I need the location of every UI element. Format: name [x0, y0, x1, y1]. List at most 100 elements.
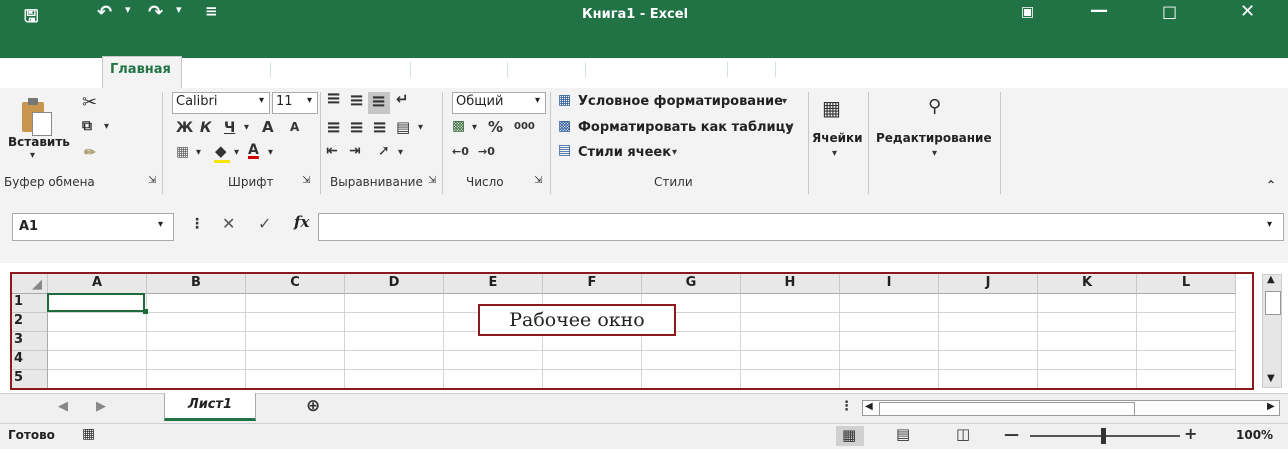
- scroll-right-icon[interactable]: ▶: [1267, 401, 1275, 412]
- percent-button[interactable]: %: [488, 118, 503, 136]
- copy-dropdown-icon[interactable]: ▾: [104, 121, 109, 132]
- clipboard-launcher-icon[interactable]: ⇲: [148, 175, 156, 186]
- undo-icon[interactable]: ↶: [97, 2, 112, 23]
- minimize-icon[interactable]: —: [1090, 0, 1108, 21]
- macro-record-icon[interactable]: ▦: [82, 426, 95, 442]
- scroll-left-icon[interactable]: ◀: [865, 401, 873, 412]
- zoom-out-icon[interactable]: —: [1004, 425, 1019, 443]
- shrink-font-button[interactable]: A: [290, 120, 299, 134]
- align-top-icon[interactable]: ≡: [326, 88, 341, 109]
- fill-color-icon[interactable]: ◆: [215, 142, 227, 160]
- close-icon[interactable]: ✕: [1240, 1, 1255, 22]
- scroll-thumb[interactable]: [1265, 291, 1281, 315]
- merge-dropdown-icon[interactable]: ▾: [418, 122, 423, 133]
- tab-developer[interactable]: Разработчик: [775, 62, 877, 77]
- decrease-indent-icon[interactable]: ⇤: [326, 143, 338, 159]
- align-right-icon[interactable]: ≡: [372, 117, 387, 138]
- more-options-icon[interactable]: ⋮: [840, 399, 853, 414]
- orientation-dropdown-icon[interactable]: ▾: [398, 147, 403, 158]
- font-color-dropdown-icon[interactable]: ▾: [268, 147, 273, 158]
- number-launcher-icon[interactable]: ⇲: [534, 175, 542, 186]
- save-icon[interactable]: 🖫: [24, 4, 38, 33]
- chevron-down-icon[interactable]: ▾: [672, 147, 677, 158]
- scroll-up-icon[interactable]: ▲: [1267, 274, 1275, 285]
- borders-icon[interactable]: ▦: [176, 144, 189, 160]
- tab-view[interactable]: Вид: [727, 62, 763, 77]
- align-center-icon[interactable]: ≡: [349, 117, 364, 138]
- borders-dropdown-icon[interactable]: ▾: [196, 147, 201, 158]
- cut-icon[interactable]: ✂: [82, 92, 97, 113]
- insert-function-button[interactable]: fx: [294, 213, 309, 231]
- redo-icon[interactable]: ↷: [148, 2, 163, 23]
- scroll-down-icon[interactable]: ▼: [1267, 373, 1275, 384]
- share-button[interactable]: Общий доступ: [1122, 62, 1231, 77]
- sheet-tab-active[interactable]: Лист1: [164, 393, 256, 421]
- editing-button[interactable]: Редактирование: [876, 131, 992, 145]
- format-as-table-button[interactable]: Форматировать как таблицу: [578, 120, 794, 135]
- increase-decimal-icon[interactable]: ←0: [452, 145, 469, 158]
- name-box[interactable]: A1 ▾: [12, 213, 174, 241]
- page-layout-view-icon[interactable]: ▤: [896, 425, 910, 443]
- tab-page-layout[interactable]: Разметка стра: [270, 62, 384, 77]
- align-left-icon[interactable]: ≡: [326, 117, 341, 138]
- customize-toolbar-icon[interactable]: ≡: [205, 2, 218, 20]
- scroll-thumb[interactable]: [879, 402, 1135, 416]
- cells-icon[interactable]: ▦: [822, 96, 841, 120]
- grow-font-button[interactable]: A: [262, 118, 274, 136]
- maximize-icon[interactable]: □: [1162, 2, 1177, 21]
- currency-icon[interactable]: ▩: [452, 118, 465, 134]
- alignment-launcher-icon[interactable]: ⇲: [428, 175, 436, 186]
- font-color-icon[interactable]: A: [248, 142, 259, 158]
- paste-dropdown-icon[interactable]: ▾: [30, 150, 35, 161]
- page-break-view-icon[interactable]: ◫: [956, 425, 970, 443]
- zoom-in-icon[interactable]: +: [1184, 424, 1197, 443]
- zoom-slider-thumb[interactable]: [1101, 428, 1106, 444]
- next-sheet-icon[interactable]: ▶: [96, 399, 106, 414]
- chevron-down-icon[interactable]: ▾: [932, 148, 937, 159]
- font-name-select[interactable]: Calibri ▾: [172, 92, 270, 114]
- paste-button[interactable]: Вставить: [8, 135, 70, 149]
- merge-center-icon[interactable]: ▤: [396, 118, 410, 136]
- underline-button[interactable]: Ч: [224, 120, 235, 136]
- collapse-ribbon-icon[interactable]: ⌃: [1266, 178, 1276, 192]
- normal-view-button[interactable]: ▦: [836, 426, 864, 446]
- sign-in-link[interactable]: Вход: [1033, 62, 1071, 77]
- cancel-icon[interactable]: ✕: [222, 214, 235, 233]
- underline-dropdown-icon[interactable]: ▾: [244, 122, 249, 133]
- chevron-down-icon[interactable]: ▾: [788, 122, 793, 133]
- comma-style-button[interactable]: 000: [514, 121, 535, 132]
- chevron-down-icon[interactable]: ▾: [782, 96, 787, 107]
- add-sheet-icon[interactable]: ⊕: [306, 396, 320, 416]
- currency-dropdown-icon[interactable]: ▾: [472, 122, 477, 133]
- tab-help[interactable]: Помощн: [934, 62, 997, 77]
- font-launcher-icon[interactable]: ⇲: [302, 175, 310, 186]
- bold-button[interactable]: Ж: [176, 120, 193, 136]
- cell-styles-button[interactable]: Стили ячеек: [578, 145, 671, 160]
- tab-file[interactable]: Файл: [34, 62, 74, 77]
- align-bottom-button[interactable]: ≡: [368, 91, 390, 114]
- redo-dropdown-icon[interactable]: ▾: [176, 3, 182, 16]
- number-format-select[interactable]: Общий ▾: [452, 92, 546, 114]
- tab-insert[interactable]: Вставка: [195, 62, 255, 77]
- vertical-scrollbar[interactable]: ▲ ▼: [1262, 274, 1282, 388]
- decrease-decimal-icon[interactable]: →0: [478, 145, 495, 158]
- wrap-text-icon[interactable]: ↵: [396, 90, 409, 108]
- format-painter-icon[interactable]: ✏: [84, 145, 96, 161]
- fill-color-dropdown-icon[interactable]: ▾: [234, 147, 239, 158]
- prev-sheet-icon[interactable]: ◀: [58, 399, 68, 414]
- cells-button[interactable]: Ячейки: [812, 131, 863, 145]
- chevron-down-icon[interactable]: ▾: [832, 148, 837, 159]
- paste-icon[interactable]: [22, 98, 52, 136]
- tab-home[interactable]: Главная: [110, 62, 171, 77]
- align-middle-icon[interactable]: ≡: [349, 90, 364, 111]
- tab-formulas[interactable]: Формулы: [410, 62, 488, 77]
- conditional-formatting-button[interactable]: Условное форматирование: [578, 94, 783, 109]
- more-options-icon[interactable]: ⋮: [190, 216, 204, 232]
- zoom-level[interactable]: 100%: [1236, 428, 1273, 442]
- copy-icon[interactable]: ⧉: [82, 118, 92, 134]
- font-size-select[interactable]: 11 ▾: [272, 92, 318, 114]
- enter-icon[interactable]: ✓: [258, 214, 271, 233]
- tab-data[interactable]: Данные: [507, 62, 572, 77]
- tab-review[interactable]: Рецензирован: [585, 62, 698, 77]
- undo-dropdown-icon[interactable]: ▾: [125, 3, 131, 16]
